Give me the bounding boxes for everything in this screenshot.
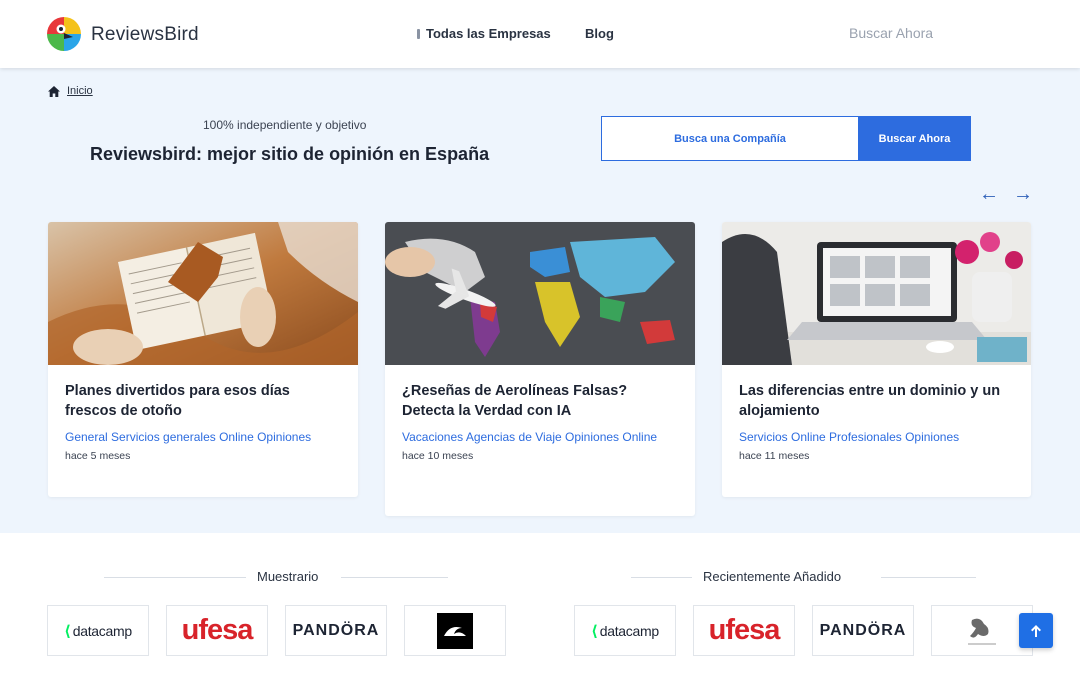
recent-title: Recientemente Añadido: [703, 569, 842, 584]
nav-blog[interactable]: Blog: [585, 26, 614, 41]
search-button[interactable]: Buscar Ahora: [858, 116, 971, 161]
site-header: ReviewsBird Todas las Empresas Blog Busc…: [0, 0, 1080, 68]
datacamp-mark-icon: ⟨: [64, 622, 71, 640]
card-title[interactable]: Las diferencias entre un dominio y un al…: [739, 381, 1014, 421]
datacamp-mark-icon: ⟨: [591, 622, 598, 640]
showcase-logo-quiksilver[interactable]: [404, 605, 506, 656]
recent-logo-lizard[interactable]: [931, 605, 1033, 656]
logo-text: datacamp: [599, 622, 659, 639]
breadcrumb-home-link[interactable]: Inicio: [67, 85, 93, 97]
recent-logo-datacamp[interactable]: ⟨ datacamp: [574, 605, 676, 656]
header-search-link[interactable]: Buscar Ahora: [849, 25, 933, 41]
hero-section: Inicio 100% independiente y objetivo Rev…: [0, 68, 1080, 533]
quiksilver-logo-icon: [437, 612, 473, 649]
showcase-title: Muestrario: [257, 569, 319, 584]
page-title: Reviewsbird: mejor sitio de opinión en E…: [90, 144, 490, 164]
blog-card[interactable]: Las diferencias entre un dominio y un al…: [722, 222, 1031, 497]
company-search-input[interactable]: Busca una Compañía: [601, 116, 859, 161]
card-categories[interactable]: General Servicios generales Online Opini…: [65, 429, 341, 446]
recent-logo-ufesa[interactable]: ufesa: [693, 605, 795, 656]
blog-card[interactable]: Planes divertidos para esos días frescos…: [48, 222, 358, 497]
card-image-book[interactable]: [48, 222, 358, 365]
carousel-prev-arrow-icon[interactable]: ←: [979, 184, 999, 204]
carousel-next-arrow-icon[interactable]: →: [1013, 184, 1033, 204]
logo-text: datacamp: [72, 622, 132, 639]
blog-card[interactable]: ¿Reseñas de Aerolíneas Falsas? Detecta l…: [385, 222, 695, 516]
brand-name[interactable]: ReviewsBird: [91, 24, 199, 46]
scroll-to-top-button[interactable]: [1019, 613, 1053, 648]
lizard-logo-icon: [968, 618, 996, 644]
home-icon: [48, 85, 60, 97]
card-time: hace 11 meses: [739, 450, 810, 462]
nav-all-companies[interactable]: Todas las Empresas: [417, 26, 551, 41]
menu-bar-icon: [417, 28, 420, 39]
section-divider: [341, 577, 448, 578]
logo-text: PANDÖRA: [819, 621, 907, 639]
card-time: hace 10 meses: [402, 450, 474, 462]
logo-text: ufesa: [181, 614, 254, 646]
hero-tagline: 100% independiente y objetivo: [203, 118, 367, 132]
card-categories[interactable]: Vacaciones Agencias de Viaje Opiniones O…: [402, 429, 678, 446]
card-categories[interactable]: Servicios Online Profesionales Opiniones: [739, 429, 1014, 446]
section-divider: [631, 577, 692, 578]
reviewsbird-logo-icon[interactable]: [47, 17, 81, 51]
arrow-up-icon: [1031, 624, 1041, 637]
card-image-map[interactable]: [385, 222, 695, 365]
logo-text: ufesa: [708, 614, 781, 646]
recent-logo-pandora[interactable]: PANDÖRA: [812, 605, 914, 656]
card-title[interactable]: Planes divertidos para esos días frescos…: [65, 381, 341, 421]
showcase-logo-ufesa[interactable]: ufesa: [166, 605, 268, 656]
card-title[interactable]: ¿Reseñas de Aerolíneas Falsas? Detecta l…: [402, 381, 678, 421]
card-time: hace 5 meses: [65, 450, 131, 462]
card-image-laptop[interactable]: [722, 222, 1031, 365]
nav-all-companies-label: Todas las Empresas: [426, 26, 551, 41]
section-divider: [104, 577, 246, 578]
logo-text: PANDÖRA: [292, 621, 380, 639]
showcase-logo-pandora[interactable]: PANDÖRA: [285, 605, 387, 656]
showcase-logo-datacamp[interactable]: ⟨ datacamp: [47, 605, 149, 656]
section-divider: [881, 577, 976, 578]
breadcrumb: Inicio: [48, 85, 93, 97]
